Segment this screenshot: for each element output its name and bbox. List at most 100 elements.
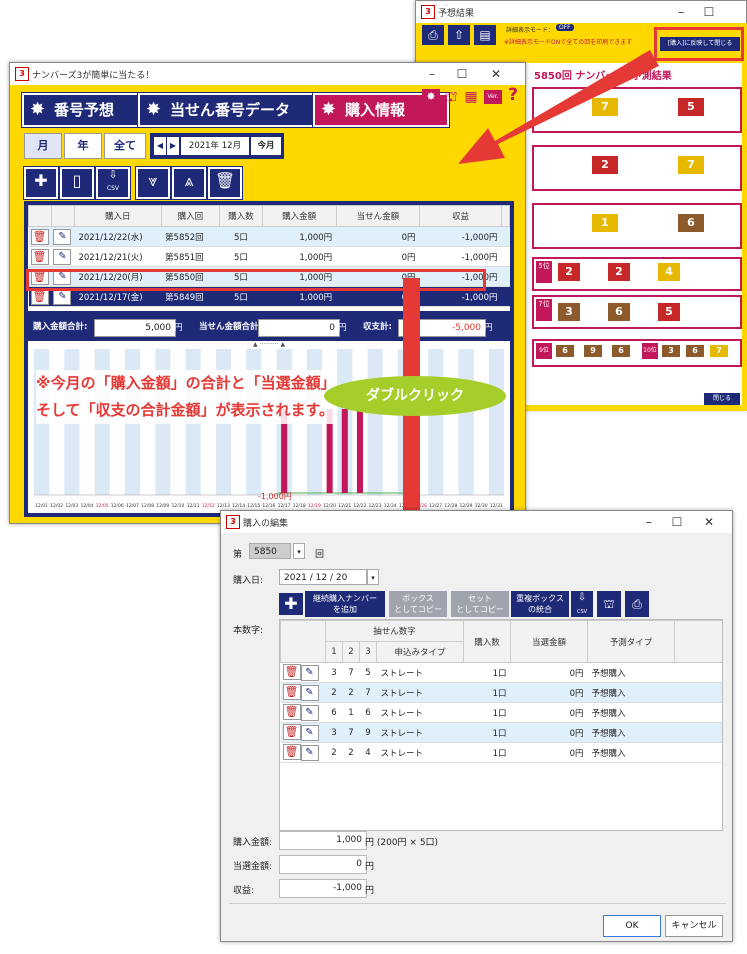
table-row[interactable]: 🗑 ✎ 6 1 6 ストレート 1口 0円 予想購入 <box>280 702 722 723</box>
this-month-button[interactable]: 今月 <box>251 137 281 155</box>
delete-button[interactable]: 🗑 <box>208 167 242 199</box>
number-ball: 7 <box>710 345 728 357</box>
yen-label: 円 <box>174 323 183 333</box>
table-row[interactable]: 🗑 ✎ 2021/12/21(火) 第5851回 5口 1,000円 0円 -1… <box>28 246 510 267</box>
grid-icon[interactable]: ▦ <box>462 89 480 105</box>
csv-download-icon[interactable]: ⇩ CSV <box>571 591 593 617</box>
col-round[interactable]: 購入回 <box>160 205 221 227</box>
ok-button[interactable]: OK <box>603 915 661 937</box>
trash-icon[interactable]: 🗑 <box>282 704 301 720</box>
minimize-button[interactable]: – <box>417 63 447 85</box>
new-document-button[interactable]: ▯ <box>60 167 94 199</box>
close-button[interactable]: ✕ <box>694 511 724 533</box>
chart-date-label: 12/03 <box>65 503 78 509</box>
rank-label: 10位 <box>642 343 658 359</box>
add-button[interactable]: ✚ <box>24 167 58 199</box>
col-amount[interactable]: 購入金額 <box>261 205 337 227</box>
merge-duplicate-box-button[interactable]: 重複ボックス の統合 <box>511 591 569 617</box>
table-row[interactable]: 🗑 ✎ 2 2 4 ストレート 1口 0円 予想購入 <box>280 742 722 763</box>
maximize-button[interactable]: ☐ <box>447 63 477 85</box>
maximize-button[interactable]: ☐ <box>694 1 724 23</box>
add-row-button[interactable]: ✚ <box>279 593 303 615</box>
clipboard-icon[interactable]: ▤ <box>474 25 496 45</box>
cell-digit: 6 <box>359 702 377 723</box>
basket-icon[interactable]: ⛫ <box>442 89 460 105</box>
rank-label: 9位 <box>536 343 552 359</box>
detail-mode-label: 詳細表示モード： <box>506 27 555 34</box>
maximize-button[interactable]: ☐ <box>662 511 692 533</box>
round-field[interactable]: 5850 <box>249 543 291 559</box>
apply-and-close-button[interactable]: [購入]に反映して閉じる <box>660 37 740 51</box>
date-dropdown[interactable]: ▾ <box>367 569 379 585</box>
number-ball: 1 <box>592 214 618 232</box>
minimize-button[interactable]: – <box>666 1 696 23</box>
pencil-icon[interactable]: ✎ <box>53 248 72 265</box>
detail-mode-toggle[interactable]: OFF <box>556 24 574 31</box>
table-row[interactable]: 🗑 ✎ 2021/12/22(水) 第5852回 5口 1,000円 0円 -1… <box>28 226 510 247</box>
pencil-icon[interactable]: ✎ <box>300 705 319 721</box>
pencil-icon[interactable]: ✎ <box>300 665 319 681</box>
trash-icon[interactable]: 🗑 <box>282 664 301 680</box>
col-win[interactable]: 当選金額 <box>510 620 588 663</box>
col-count[interactable]: 購入数 <box>219 205 263 227</box>
chart-date-label: 12/22 <box>353 503 366 509</box>
scroll-down-button[interactable]: ⩔ <box>136 167 170 199</box>
close-result-button[interactable]: 閉じる <box>704 393 740 405</box>
chart-stripe <box>397 349 414 495</box>
prev-month-button[interactable]: ◀ <box>154 137 166 155</box>
cell-win: 0円 <box>510 722 588 743</box>
trash-icon[interactable]: 🗑 <box>282 684 301 700</box>
version-button[interactable]: Ver. <box>484 90 502 104</box>
pencil-icon[interactable]: ✎ <box>53 228 72 245</box>
win-amount-unit: 円 <box>365 862 375 872</box>
close-button[interactable]: ✕ <box>481 63 511 85</box>
scroll-up-button[interactable]: ⩓ <box>172 167 206 199</box>
basket-icon[interactable]: ⛫ <box>597 591 621 617</box>
number-ball: 3 <box>662 345 680 357</box>
yen-label: 円 <box>338 323 347 333</box>
table-row[interactable]: 🗑 ✎ 2 2 7 ストレート 1口 0円 予想購入 <box>280 682 722 703</box>
table-row[interactable]: 🗑 ✎ 3 7 9 ストレート 1口 0円 予想購入 <box>280 722 722 743</box>
add-continuous-button[interactable]: 継続購入ナンバー を追加 <box>305 591 385 617</box>
star-small-icon[interactable]: ✸ <box>422 89 440 105</box>
nav-winning-data[interactable]: ✸ 当せん番号データ <box>138 93 332 127</box>
next-month-button[interactable]: ▶ <box>167 137 179 155</box>
pencil-icon[interactable]: ✎ <box>300 685 319 701</box>
chart-bar <box>356 409 363 493</box>
splitter-handle[interactable]: ▲ ·········· ▲ <box>28 341 510 349</box>
csv-export-button[interactable]: ⇩ CSV <box>96 167 130 199</box>
tab-all[interactable]: 全て <box>104 133 146 159</box>
trash-icon[interactable]: 🗑 <box>30 228 49 245</box>
chart-bar <box>341 409 348 493</box>
chart-date-label: 12/15 <box>247 503 260 509</box>
print-icon[interactable]: ⎙ <box>422 25 444 45</box>
purchase-table: 購入日 購入回 購入数 購入金額 当せん金額 収益 🗑 ✎ 2021/12/22… <box>28 205 510 307</box>
chart-min-label: -1,000円 <box>258 492 292 501</box>
cancel-button[interactable]: キャンセル <box>665 915 723 937</box>
minimize-button[interactable]: – <box>634 511 664 533</box>
upload-icon[interactable]: ⇧ <box>448 25 470 45</box>
tab-month[interactable]: 月 <box>24 133 62 159</box>
numbers-list: 抽せん数字 購入数 当選金額 予測タイプ 1 2 3 申込みタイプ 🗑 ✎ 3 7… <box>279 619 723 831</box>
col-date[interactable]: 購入日 <box>73 205 162 227</box>
pencil-icon[interactable]: ✎ <box>300 745 319 761</box>
table-row[interactable]: 🗑 ✎ 3 7 5 ストレート 1口 0円 予想購入 <box>280 662 722 683</box>
table-header: 購入日 購入回 購入数 購入金額 当せん金額 収益 <box>28 205 510 227</box>
trash-icon[interactable]: 🗑 <box>282 724 301 740</box>
col-profit[interactable]: 収益 <box>418 205 503 227</box>
tab-year[interactable]: 年 <box>64 133 102 159</box>
help-button[interactable]: ? <box>506 85 520 105</box>
number-ball: 7 <box>678 156 704 174</box>
round-dropdown[interactable]: ▾ <box>293 543 305 559</box>
pencil-icon[interactable]: ✎ <box>300 725 319 741</box>
col-win[interactable]: 当せん金額 <box>335 205 420 227</box>
date-picker[interactable]: 2021 / 12 / 20 <box>279 569 367 585</box>
col-qty[interactable]: 購入数 <box>463 620 511 663</box>
trash-icon[interactable]: 🗑 <box>30 248 49 265</box>
print-icon[interactable]: ⎙ <box>625 591 649 617</box>
col-pred[interactable]: 予測タイプ <box>587 620 675 663</box>
star-icon: ✸ <box>146 99 162 120</box>
cell-type: ストレート <box>376 722 464 743</box>
trash-icon[interactable]: 🗑 <box>282 744 301 760</box>
chart-date-label: 12/26 <box>414 503 427 509</box>
